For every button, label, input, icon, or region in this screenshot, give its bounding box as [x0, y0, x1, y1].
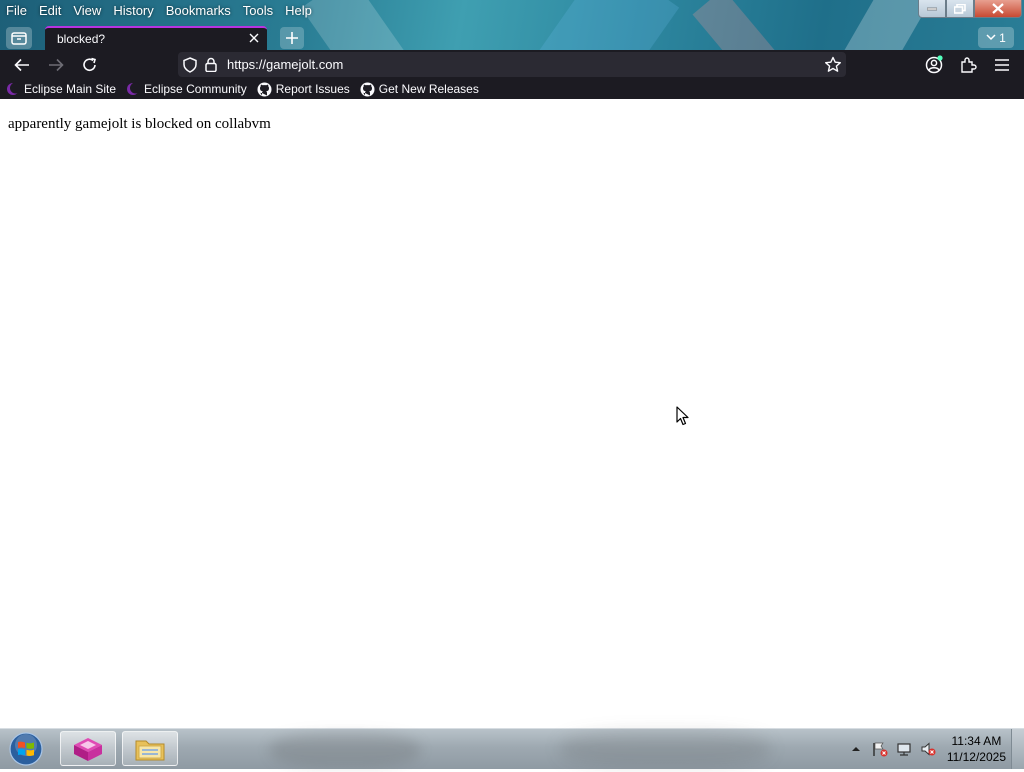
clock[interactable]: 11:34 AM 11/12/2025 [947, 733, 1006, 765]
taskbar-background-smudge [560, 731, 770, 767]
tab-count: 1 [999, 30, 1006, 45]
action-center-icon[interactable] [871, 741, 889, 757]
menu-file[interactable]: File [0, 0, 33, 20]
volume-icon[interactable] [919, 741, 937, 757]
bookmark-report-issues[interactable]: Report Issues [257, 82, 350, 97]
menu-tools[interactable]: Tools [237, 0, 279, 20]
menu-bookmarks[interactable]: Bookmarks [160, 0, 237, 20]
page-body-text: apparently gamejolt is blocked on collab… [8, 116, 271, 132]
star-icon [825, 56, 841, 72]
network-icon[interactable] [895, 741, 913, 757]
extensions-button[interactable] [957, 54, 979, 76]
windows-start-orb-icon [9, 732, 43, 766]
close-icon [249, 33, 259, 43]
close-icon [992, 3, 1004, 14]
speaker-muted-icon [921, 742, 936, 756]
menu-view[interactable]: View [67, 0, 107, 20]
tab-title: blocked? [57, 32, 106, 46]
taskbar-browser-button[interactable] [60, 731, 116, 766]
taskbar-explorer-button[interactable] [122, 731, 178, 766]
navigation-toolbar: https://gamejolt.com [0, 50, 1024, 79]
menu-history[interactable]: History [107, 0, 159, 20]
mouse-cursor-icon [676, 406, 689, 426]
github-icon [257, 82, 272, 96]
floorp-browser-icon [74, 737, 102, 761]
plus-icon [286, 32, 298, 44]
minimize-button[interactable] [918, 0, 946, 18]
system-tray: 11:34 AM 11/12/2025 [841, 729, 1006, 769]
forward-arrow-icon [49, 58, 64, 72]
tab-close-button[interactable] [247, 31, 261, 45]
bookmark-label: Eclipse Main Site [24, 82, 117, 96]
chevron-down-icon [986, 34, 996, 41]
firefox-view-button[interactable] [6, 27, 32, 49]
list-all-tabs-button[interactable]: 1 [978, 27, 1014, 48]
menu-help[interactable]: Help [279, 0, 318, 20]
page-content: apparently gamejolt is blocked on collab… [0, 99, 1024, 728]
reload-icon [83, 57, 96, 71]
tracking-protection-shield-icon[interactable] [183, 57, 197, 78]
windows-taskbar: 11:34 AM 11/12/2025 [0, 728, 1024, 769]
restore-button[interactable] [946, 0, 974, 18]
shield-icon [183, 57, 197, 73]
bookmark-eclipse-community[interactable]: Eclipse Community [126, 82, 247, 96]
restore-icon [954, 3, 966, 14]
bookmark-label: Report Issues [275, 82, 350, 96]
bookmark-eclipse-main-site[interactable]: Eclipse Main Site [6, 82, 116, 96]
bookmark-label: Get New Releases [378, 82, 479, 96]
chevron-up-icon [851, 747, 860, 751]
reload-button[interactable] [79, 54, 101, 76]
firefox-view-icon [11, 32, 27, 45]
address-bar[interactable]: https://gamejolt.com [178, 52, 846, 77]
desktop-streak [692, 0, 788, 50]
taskbar-background-smudge [270, 733, 420, 767]
forward-button[interactable] [45, 54, 67, 76]
new-tab-button[interactable] [280, 27, 304, 49]
account-button[interactable] [923, 54, 945, 76]
url-input[interactable]: https://gamejolt.com [227, 57, 343, 72]
puzzle-piece-icon [961, 57, 977, 73]
bookmark-label: Eclipse Community [144, 82, 247, 96]
window-titlebar: File Edit View History Bookmarks Tools H… [0, 0, 1024, 50]
network-monitor-icon [897, 743, 911, 756]
padlock-icon [205, 57, 217, 73]
folder-icon [135, 740, 165, 760]
github-icon [360, 82, 375, 96]
window-controls [918, 0, 1022, 18]
show-desktop-button[interactable] [1011, 729, 1024, 769]
hamburger-menu-icon [995, 59, 1009, 71]
tab-active[interactable]: blocked? [45, 26, 267, 50]
back-arrow-icon [14, 58, 29, 72]
app-menu-button[interactable] [991, 54, 1013, 76]
clock-date: 11/12/2025 [946, 750, 1006, 764]
close-window-button[interactable] [974, 0, 1022, 18]
account-icon [925, 55, 943, 74]
clock-time: 11:34 AM [951, 734, 1002, 748]
back-button[interactable] [11, 54, 33, 76]
lock-icon[interactable] [205, 57, 217, 77]
desktop-streak [530, 0, 680, 50]
minimize-icon [927, 7, 937, 10]
eclipse-icon [127, 82, 141, 95]
menu-bar: File Edit View History Bookmarks Tools H… [0, 0, 318, 20]
desktop-streak [301, 0, 419, 50]
bookmarks-toolbar: Eclipse Main Site Eclipse Community Repo… [0, 79, 1024, 99]
eclipse-icon [7, 82, 20, 95]
flag-icon [873, 742, 888, 757]
bookmark-star-button[interactable] [824, 56, 842, 78]
bookmark-get-new-releases[interactable]: Get New Releases [360, 82, 479, 97]
show-hidden-icons-button[interactable] [847, 741, 865, 757]
menu-edit[interactable]: Edit [33, 0, 67, 20]
start-button[interactable] [7, 731, 45, 767]
